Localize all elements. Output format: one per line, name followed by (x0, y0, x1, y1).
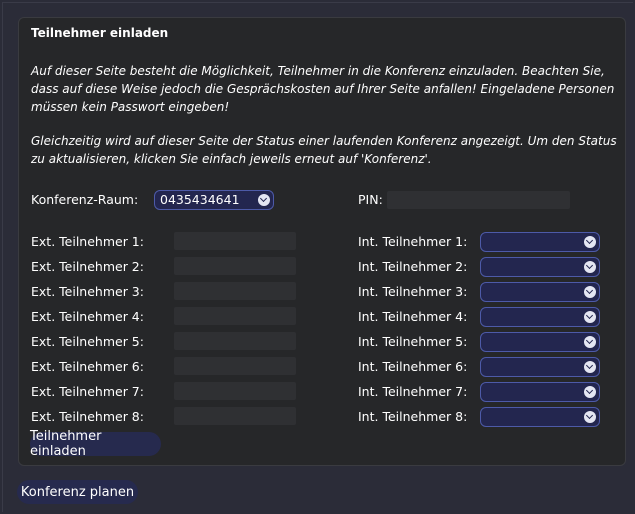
room-label: Konferenz-Raum: (31, 192, 139, 207)
int-participant-select-3[interactable] (480, 282, 600, 302)
int-participant-select-1[interactable] (480, 232, 600, 252)
int-participant-label-1: Int. Teilnehmer 1: (358, 234, 468, 249)
ext-participant-label-4: Ext. Teilnehmer 4: (31, 309, 144, 324)
chevron-down-icon (584, 336, 596, 348)
int-participant-label-3: Int. Teilnehmer 3: (358, 284, 468, 299)
int-participant-label-4: Int. Teilnehmer 4: (358, 309, 468, 324)
ext-participant-label-3: Ext. Teilnehmer 3: (31, 284, 144, 299)
ext-participant-input-3[interactable] (174, 282, 296, 300)
ext-participant-label-8: Ext. Teilnehmer 8: (31, 409, 144, 424)
room-value: 0435434641 (160, 192, 240, 207)
int-participant-label-6: Int. Teilnehmer 6: (358, 359, 468, 374)
chevron-down-icon (584, 311, 596, 323)
panel-title: Teilnehmer einladen (31, 26, 169, 40)
ext-participant-label-2: Ext. Teilnehmer 2: (31, 259, 144, 274)
chevron-down-icon (584, 286, 596, 298)
int-participant-select-4[interactable] (480, 307, 600, 327)
chevron-down-icon (584, 386, 596, 398)
int-participant-select-2[interactable] (480, 257, 600, 277)
chevron-down-icon (584, 261, 596, 273)
plan-conference-button[interactable]: Konferenz planen (17, 480, 138, 504)
ext-participant-input-2[interactable] (174, 257, 296, 275)
ext-participant-input-6[interactable] (174, 357, 296, 375)
invite-participants-button[interactable]: Teilnehmer einladen (30, 429, 161, 459)
chevron-down-icon (584, 411, 596, 423)
int-participant-label-5: Int. Teilnehmer 5: (358, 334, 468, 349)
pin-input[interactable] (387, 191, 570, 209)
ext-participant-label-7: Ext. Teilnehmer 7: (31, 384, 144, 399)
int-participant-select-8[interactable] (480, 407, 600, 427)
ext-participant-input-8[interactable] (174, 407, 296, 425)
room-select[interactable]: 0435434641 (154, 190, 274, 210)
ext-participant-input-1[interactable] (174, 232, 296, 250)
int-participant-select-6[interactable] (480, 357, 600, 377)
intro-paragraph-1: Auf dieser Seite besteht die Möglichkeit… (31, 64, 615, 114)
ext-participant-input-7[interactable] (174, 382, 296, 400)
ext-participant-label-6: Ext. Teilnehmer 6: (31, 359, 144, 374)
invite-panel: Teilnehmer einladen Auf dieser Seite bes… (18, 17, 626, 466)
chevron-down-icon (584, 236, 596, 248)
ext-participant-label-1: Ext. Teilnehmer 1: (31, 234, 144, 249)
ext-participant-label-5: Ext. Teilnehmer 5: (31, 334, 144, 349)
intro-paragraph-2: Gleichzeitig wird auf dieser Seite der S… (31, 134, 617, 166)
pin-label: PIN: (358, 192, 383, 207)
ext-participant-input-4[interactable] (174, 307, 296, 325)
chevron-down-icon (584, 361, 596, 373)
chevron-down-icon (258, 194, 270, 206)
int-participant-label-7: Int. Teilnehmer 7: (358, 384, 468, 399)
int-participant-label-8: Int. Teilnehmer 8: (358, 409, 468, 424)
ext-participant-input-5[interactable] (174, 332, 296, 350)
int-participant-select-5[interactable] (480, 332, 600, 352)
int-participant-label-2: Int. Teilnehmer 2: (358, 259, 468, 274)
int-participant-select-7[interactable] (480, 382, 600, 402)
